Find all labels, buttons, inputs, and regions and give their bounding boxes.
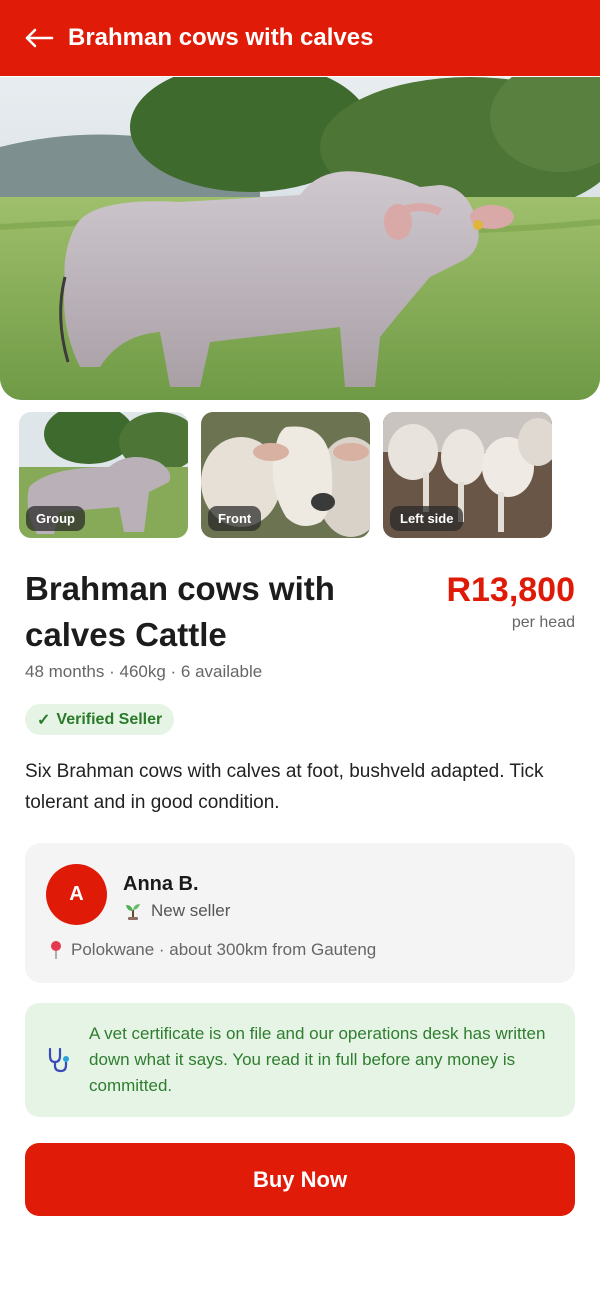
photo-thumbnails: Group Front Left side — [19, 412, 552, 538]
seller-status-label: New seller — [151, 901, 231, 920]
top-app-bar: Brahman cows with calves — [0, 0, 600, 76]
location-pin-icon — [51, 941, 61, 959]
price-block: R13,800 per head — [446, 570, 575, 632]
seller-name: Anna B. — [123, 873, 199, 895]
page-title: Brahman cows with calves — [68, 24, 374, 51]
vet-certificate-notice: A vet certificate is on file and our ope… — [25, 1003, 575, 1117]
seedling-icon — [126, 904, 140, 920]
listing-meta: 48 months · 460kg · 6 available — [25, 662, 263, 681]
thumbnail-front[interactable]: Front — [201, 412, 370, 538]
thumbnail-label: Front — [208, 506, 262, 531]
avatar: A — [46, 864, 107, 925]
vet-note-text: A vet certificate is on file and our ope… — [89, 1024, 546, 1095]
seller-status: New seller — [123, 901, 230, 921]
thumbnail-group[interactable]: Group — [19, 412, 188, 538]
listing-title: Brahman cows with calves Cattle — [25, 570, 335, 653]
buy-now-button[interactable]: Buy Now — [25, 1143, 575, 1216]
back-button[interactable] — [22, 21, 56, 55]
stethoscope-icon — [48, 1047, 69, 1073]
price-value: R13,800 — [446, 571, 575, 609]
listing-description: Six Brahman cows with calves at foot, bu… — [25, 761, 544, 813]
seller-location-label: Polokwane · about 300km from Gauteng — [71, 940, 377, 959]
thumbnail-label: Left side — [390, 506, 464, 531]
badge-label: Verified Seller — [56, 710, 163, 728]
seller-card[interactable]: A Anna B. New seller Polokwane · about 3… — [25, 843, 575, 983]
verified-seller-badge: ✓ Verified Seller — [25, 704, 175, 735]
price-unit: per head — [511, 614, 575, 631]
main-photo[interactable] — [0, 77, 600, 400]
back-arrow-icon — [25, 28, 54, 48]
thumbnail-label: Group — [26, 506, 85, 531]
thumbnail-left-side[interactable]: Left side — [383, 412, 552, 538]
checkmark-icon: ✓ — [37, 711, 51, 729]
seller-location: Polokwane · about 300km from Gauteng — [49, 940, 376, 960]
